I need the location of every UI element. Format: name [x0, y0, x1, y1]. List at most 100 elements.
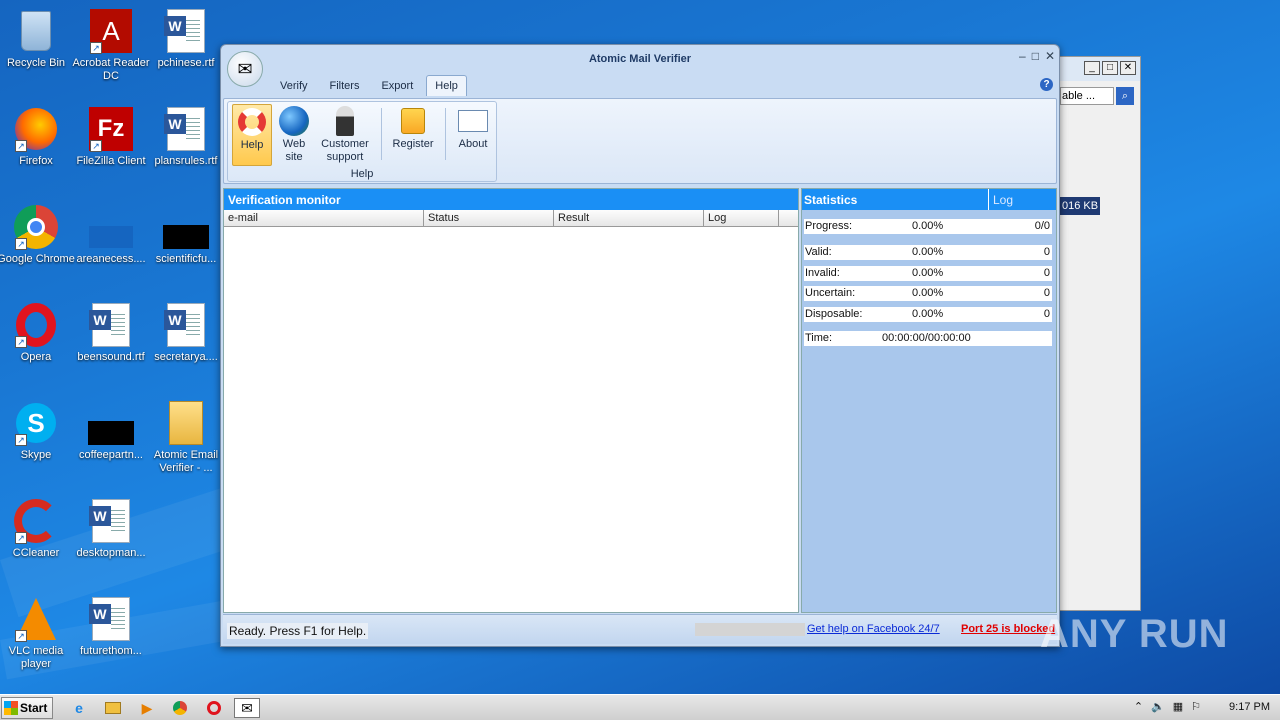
- skype-icon: S ↗: [13, 400, 59, 446]
- word-doc-icon: W: [163, 302, 209, 348]
- register-button[interactable]: Register: [388, 104, 438, 166]
- stat-valid: Valid: 0.00% 0: [804, 245, 1052, 260]
- globe-icon: [276, 104, 312, 138]
- desktop-icon-vlc[interactable]: ↗ VLC media player: [0, 596, 75, 671]
- monitor-column-headers: e-mail Status Result Log: [224, 210, 798, 227]
- taskbar-chrome-icon[interactable]: [167, 698, 193, 718]
- minimize-button[interactable]: –: [1019, 49, 1026, 63]
- background-window[interactable]: _ □ ✕ able ... ⌕ 016 KB: [1055, 56, 1141, 611]
- desktop-icon-beensound[interactable]: W beensound.rtf: [72, 302, 150, 364]
- word-doc-icon: W: [163, 106, 209, 152]
- app-window[interactable]: Atomic Mail Verifier – □ ✕ ✉ Verify Filt…: [220, 44, 1060, 647]
- ribbon-tabs: Verify Filters Export Help: [271, 75, 471, 96]
- stat-progress: Progress: 0.00% 0/0: [804, 219, 1052, 234]
- stat-invalid: Invalid: 0.00% 0: [804, 266, 1052, 281]
- maximize-button[interactable]: □: [1102, 61, 1118, 75]
- desktop-icon-pchinese[interactable]: W pchinese.rtf: [147, 8, 225, 70]
- firefox-icon: ↗: [13, 106, 59, 152]
- tab-help[interactable]: Help: [426, 75, 467, 96]
- background-window-titlebar: _ □ ✕: [1056, 57, 1140, 81]
- word-doc-icon: W: [163, 8, 209, 54]
- statistics-tab[interactable]: Statistics: [802, 189, 989, 210]
- network-icon[interactable]: ▦: [1173, 700, 1183, 713]
- file-icon: [88, 400, 134, 446]
- tab-filters[interactable]: Filters: [321, 75, 369, 96]
- desktop-icon-recycle-bin[interactable]: Recycle Bin: [0, 8, 75, 70]
- volume-icon[interactable]: 🔈: [1151, 700, 1165, 713]
- filezilla-icon: Fz ↗: [88, 106, 134, 152]
- help-button[interactable]: Help: [232, 104, 272, 166]
- file-icon: [163, 204, 209, 250]
- support-person-icon: [318, 104, 372, 138]
- about-button[interactable]: About: [452, 104, 494, 166]
- system-tray: ⌃ 🔈 ▦ ⚐ 9:17 PM: [1134, 700, 1270, 714]
- desktop-icon-scientificfu[interactable]: scientificfu...: [147, 204, 225, 266]
- minimize-button[interactable]: _: [1084, 61, 1100, 75]
- clock[interactable]: 9:17 PM: [1229, 701, 1270, 713]
- website-button[interactable]: Web site: [276, 104, 312, 166]
- ribbon-separator: [381, 108, 382, 160]
- desktop-icon-chrome[interactable]: ↗ Google Chrome: [0, 204, 75, 266]
- file-size-cell[interactable]: 016 KB: [1060, 197, 1101, 215]
- taskbar-atomic-mail-verifier-icon[interactable]: ✉: [234, 698, 260, 718]
- tab-verify[interactable]: Verify: [271, 75, 317, 96]
- title-bar[interactable]: Atomic Mail Verifier – □ ✕: [221, 45, 1059, 73]
- desktop-icon-desktopman[interactable]: W desktopman...: [72, 498, 150, 560]
- log-tab[interactable]: Log: [989, 189, 1017, 210]
- desktop-icon-ccleaner[interactable]: ↗ CCleaner: [0, 498, 75, 560]
- desktop-icon-filezilla[interactable]: Fz ↗ FileZilla Client: [72, 106, 150, 168]
- word-doc-icon: W: [88, 498, 134, 544]
- column-result[interactable]: Result: [554, 210, 704, 226]
- facebook-help-link[interactable]: Get help on Facebook 24/7: [807, 623, 940, 635]
- windows-logo-icon: [4, 701, 18, 715]
- vlc-icon: ↗: [13, 596, 59, 642]
- taskbar-explorer-icon[interactable]: [100, 698, 126, 718]
- desktop-icon-coffeepartn[interactable]: coffeepartn...: [72, 400, 150, 462]
- app-menu-button[interactable]: ✉: [227, 51, 263, 87]
- column-log[interactable]: Log: [704, 210, 779, 226]
- window-title: Atomic Mail Verifier: [588, 53, 692, 65]
- desktop-icon-atomic-email-verifier[interactable]: Atomic Email Verifier - ...: [147, 400, 225, 475]
- verification-monitor[interactable]: Verification monitor e-mail Status Resul…: [223, 188, 799, 613]
- acrobat-icon: A ↗: [88, 8, 134, 54]
- stat-uncertain: Uncertain: 0.00% 0: [804, 286, 1052, 301]
- tray-arrow-icon[interactable]: ⌃: [1134, 700, 1143, 713]
- mail-check-icon: ✉: [237, 58, 253, 79]
- chrome-icon: ↗: [13, 204, 59, 250]
- help-question-icon[interactable]: ?: [1040, 78, 1053, 91]
- maximize-button[interactable]: □: [1032, 49, 1039, 63]
- tab-export[interactable]: Export: [372, 75, 422, 96]
- close-button[interactable]: ✕: [1045, 49, 1055, 63]
- flag-icon[interactable]: ⚐: [1191, 700, 1201, 713]
- search-icon[interactable]: ⌕: [1116, 87, 1134, 105]
- column-status[interactable]: Status: [424, 210, 554, 226]
- desktop-icon-skype[interactable]: S ↗ Skype: [0, 400, 75, 462]
- customer-support-button[interactable]: Customer support: [318, 104, 372, 166]
- lock-icon: [388, 104, 438, 138]
- column-email[interactable]: e-mail: [224, 210, 424, 226]
- opera-icon: ↗: [13, 302, 59, 348]
- monitor-title: Verification monitor: [224, 189, 798, 210]
- desktop-icon-plansrules[interactable]: W plansrules.rtf: [147, 106, 225, 168]
- desktop-icon-firefox[interactable]: ↗ Firefox: [0, 106, 75, 168]
- taskbar-media-player-icon[interactable]: ▶: [134, 698, 160, 718]
- mail-check-icon: [452, 104, 494, 138]
- desktop-icon-acrobat[interactable]: A ↗ Acrobat Reader DC: [72, 8, 150, 83]
- taskbar-ie-icon[interactable]: e: [66, 698, 92, 718]
- desktop-icon-futurethom[interactable]: W futurethom...: [72, 596, 150, 658]
- status-text: Ready. Press F1 for Help.: [227, 623, 369, 639]
- ccleaner-icon: ↗: [13, 498, 59, 544]
- desktop-icon-opera[interactable]: ↗ Opera: [0, 302, 75, 364]
- background-search-input[interactable]: able ...: [1060, 87, 1114, 105]
- desktop-icon-areanecess[interactable]: areanecess....: [72, 204, 150, 266]
- statistics-panel: Statistics Log Progress: 0.00% 0/0 Valid: 0…: [801, 188, 1057, 613]
- taskbar-opera-icon[interactable]: [201, 698, 227, 718]
- start-button[interactable]: Start: [1, 697, 53, 719]
- desktop-icon-secretarya[interactable]: W secretarya....: [147, 302, 225, 364]
- folder-icon: [163, 400, 209, 446]
- close-button[interactable]: ✕: [1120, 61, 1136, 75]
- status-bar: Ready. Press F1 for Help. Get help on Fa…: [223, 614, 1057, 644]
- ribbon-group-help: Help Web site Customer support Register …: [227, 101, 497, 182]
- stat-disposable: Disposable: 0.00% 0: [804, 307, 1052, 322]
- anyrun-watermark: ANY RUN: [1040, 612, 1229, 656]
